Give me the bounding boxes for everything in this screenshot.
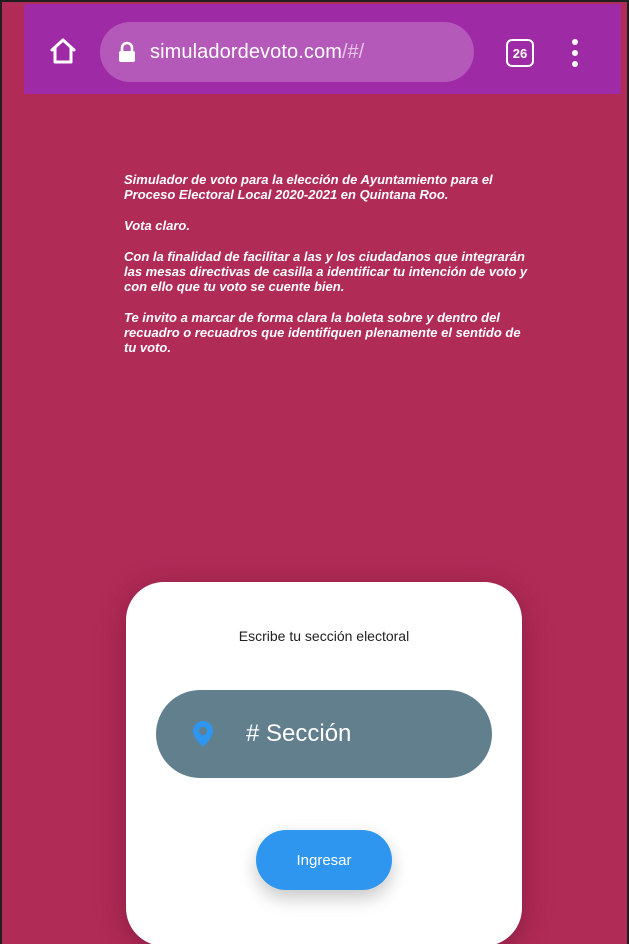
intro-paragraph: Con la finalidad de facilitar a las y lo…: [124, 249, 528, 294]
tab-switcher-button[interactable]: 26: [506, 39, 534, 67]
section-input[interactable]: [246, 712, 466, 756]
intro-paragraph: Vota claro.: [124, 218, 190, 233]
home-icon: [50, 38, 76, 64]
more-vert-icon[interactable]: [565, 36, 585, 70]
menu-dot: [572, 61, 578, 67]
tab-count: 26: [512, 45, 528, 61]
card-title: Escribe tu sección electoral: [238, 628, 410, 644]
lock-icon: [118, 41, 136, 63]
page-background: simuladordevoto.com/#/ 26 Simulador de v…: [2, 2, 627, 944]
section-card: Escribe tu sección electoral Ingresar: [126, 582, 522, 944]
screen-frame: simuladordevoto.com/#/ 26 Simulador de v…: [0, 0, 629, 944]
url-domain: simuladordevoto.com: [150, 40, 342, 63]
ingresar-button[interactable]: Ingresar: [256, 830, 392, 890]
section-field[interactable]: [156, 690, 492, 778]
menu-dot: [572, 50, 578, 56]
browser-toolbar: simuladordevoto.com/#/ 26: [24, 4, 621, 94]
intro-text: Simulador de voto para la elección de Ay…: [124, 172, 534, 371]
location-pin-icon: [193, 721, 213, 747]
menu-dot: [572, 39, 578, 45]
url-path: /#/: [342, 40, 365, 63]
home-button[interactable]: [46, 36, 80, 66]
intro-paragraph: Simulador de voto para la elección de Ay…: [124, 172, 493, 202]
intro-paragraph: Te invito a marcar de forma clara la bol…: [124, 310, 521, 355]
address-bar[interactable]: simuladordevoto.com/#/: [100, 22, 474, 82]
